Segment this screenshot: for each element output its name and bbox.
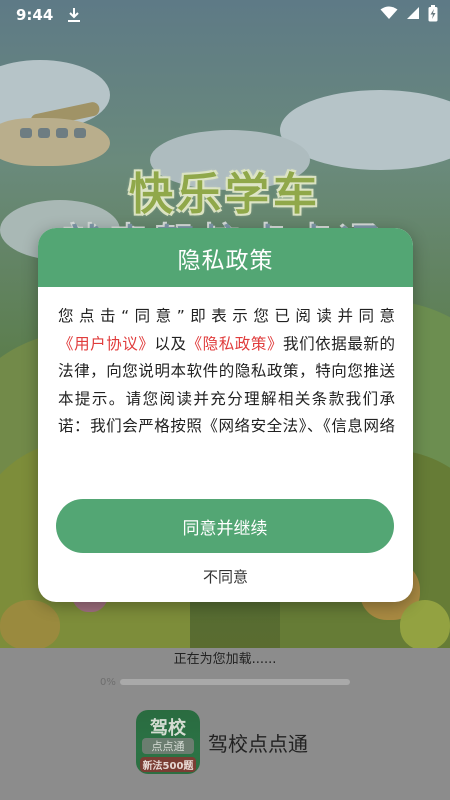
status-bar: 9:44 bbox=[0, 0, 450, 30]
privacy-dialog: 隐私政策 您点击“同意”即表示您已阅读并同意《用户协议》以及《隐私政策》我们依据… bbox=[38, 228, 413, 602]
wifi-icon bbox=[380, 6, 398, 24]
app-logo: 驾校 点点通 新法500题 bbox=[136, 710, 200, 774]
app-logo-sub-text: 点点通 bbox=[142, 738, 194, 754]
download-icon bbox=[67, 7, 81, 23]
body-text-1: 您点击“同意”即表示您已阅读并同意 bbox=[58, 307, 395, 325]
progress-track bbox=[120, 679, 350, 685]
privacy-policy-link[interactable]: 《隐私政策》 bbox=[187, 335, 283, 353]
loading-area: 正在为您加载...... 0% 驾校 点点通 新法500题 驾校点点通 bbox=[0, 648, 450, 800]
app-branding: 驾校 点点通 新法500题 驾校点点通 bbox=[136, 710, 308, 774]
decline-button[interactable]: 不同意 bbox=[38, 566, 413, 587]
status-time: 9:44 bbox=[16, 6, 54, 24]
body-text-2: 以及 bbox=[154, 334, 187, 353]
user-agreement-link[interactable]: 《用户协议》 bbox=[58, 335, 154, 353]
status-icons bbox=[380, 4, 438, 26]
app-logo-badge: 新法500题 bbox=[140, 757, 196, 772]
cellular-signal-icon bbox=[406, 6, 420, 24]
app-logo-main-text: 驾校 bbox=[150, 718, 186, 739]
loading-text: 正在为您加载...... bbox=[173, 652, 277, 667]
battery-charging-icon bbox=[428, 4, 438, 26]
dialog-title: 隐私政策 bbox=[177, 247, 274, 274]
app-name: 驾校点点通 bbox=[208, 731, 308, 756]
dialog-header: 隐私政策 bbox=[38, 228, 413, 287]
agree-continue-button[interactable]: 同意并继续 bbox=[56, 499, 394, 553]
progress-percent: 0% bbox=[100, 676, 116, 688]
dialog-body: 您点击“同意”即表示您已阅读并同意《用户协议》以及《隐私政策》我们依据最新的法律… bbox=[38, 287, 413, 445]
loading-progress: 0% bbox=[100, 672, 350, 692]
